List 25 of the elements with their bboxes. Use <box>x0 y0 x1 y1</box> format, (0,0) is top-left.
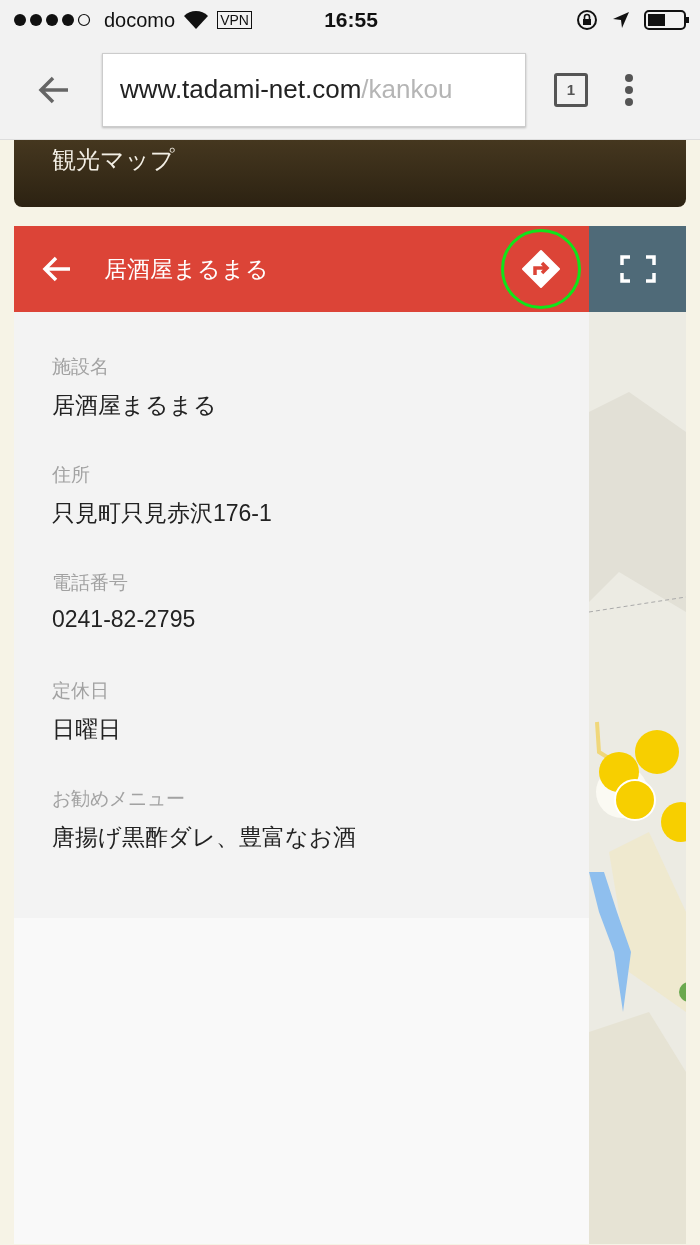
carrier-name: docomo <box>104 8 176 32</box>
panel-title: 居酒屋まるまる <box>104 254 270 284</box>
field-label: 電話番号 <box>52 571 129 595</box>
vpn-badge: VPN <box>217 11 252 29</box>
location-arrow-icon <box>612 11 630 29</box>
battery-icon <box>644 9 690 31</box>
field-value: 唐揚げ黒酢ダレ、豊富なお酒 <box>52 823 357 852</box>
field-value: 居酒屋まるまる <box>52 391 218 420</box>
field-value: 只見町只見赤沢176-1 <box>52 499 273 528</box>
directions-icon[interactable] <box>521 249 561 289</box>
clock-time: 16:55 <box>324 8 378 32</box>
rotation-lock-icon <box>576 9 598 31</box>
field-value: 日曜日 <box>52 715 122 744</box>
wifi-icon <box>183 10 210 30</box>
tab-switcher-button[interactable]: 1 <box>554 72 588 107</box>
field-label: 定休日 <box>52 679 110 703</box>
menu-icon[interactable] <box>624 73 634 106</box>
field-label: 住所 <box>52 463 91 487</box>
back-arrow-icon[interactable] <box>38 75 70 104</box>
field-label: お勧めメニュー <box>52 787 186 811</box>
field-label: 施設名 <box>52 355 110 379</box>
page-title: 観光マップ <box>52 145 175 175</box>
fullscreen-icon[interactable] <box>619 255 656 283</box>
field-value: 0241-82-2795 <box>52 606 197 633</box>
url-field[interactable]: www.tadami-net.com/kankou <box>102 52 526 127</box>
